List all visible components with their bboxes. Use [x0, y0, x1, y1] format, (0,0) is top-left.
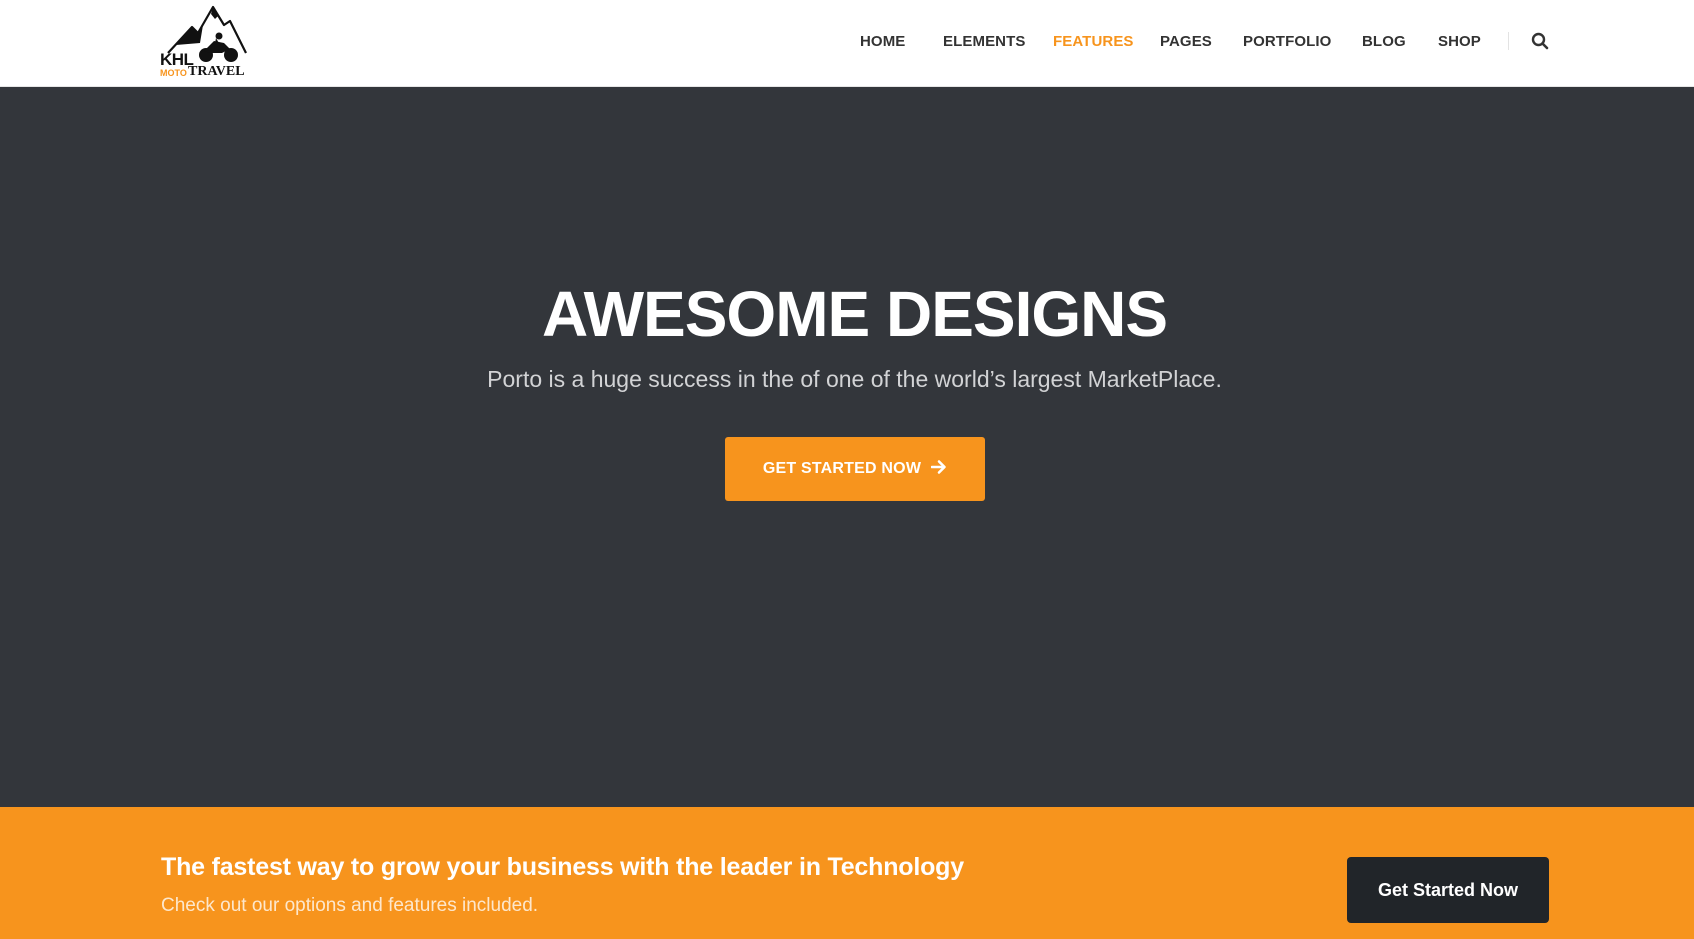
nav-divider	[1508, 32, 1509, 50]
nav-item-blog[interactable]: BLOG	[1362, 33, 1406, 50]
nav-item-elements[interactable]: ELEMENTS	[943, 33, 1025, 50]
nav-item-shop[interactable]: SHOP	[1438, 33, 1481, 50]
cta-section: The fastest way to grow your business wi…	[0, 807, 1694, 939]
search-icon[interactable]	[1531, 32, 1551, 52]
hero-title: AWESOME DESIGNS	[541, 278, 1168, 350]
cta-subtitle: Check out our options and features inclu…	[161, 895, 539, 916]
cta-title: The fastest way to grow your business wi…	[161, 853, 964, 881]
logo-text-moto: MOTO	[160, 68, 187, 78]
cta-get-started-button[interactable]: Get Started Now	[1347, 857, 1549, 923]
nav-item-features[interactable]: FEATURES	[1053, 33, 1134, 50]
get-started-button[interactable]: GET STARTED NOW	[725, 437, 985, 501]
logo[interactable]: KHL MOTO TRAVEL	[158, 5, 248, 81]
get-started-button-label: GET STARTED NOW	[762, 460, 922, 477]
site-header: KHL MOTO TRAVEL HOME ELEMENTS FEATURES P…	[0, 0, 1694, 87]
nav-item-pages[interactable]: PAGES	[1160, 33, 1212, 50]
arrow-right-icon	[930, 459, 947, 480]
nav-item-home[interactable]: HOME	[860, 33, 905, 50]
hero-subtitle: Porto is a huge success in the of one of…	[487, 366, 1222, 392]
hero-section: AWESOME DESIGNS Porto is a huge success …	[0, 87, 1694, 807]
nav-item-portfolio[interactable]: PORTFOLIO	[1243, 33, 1331, 50]
logo-text-travel: TRAVEL	[188, 64, 245, 79]
